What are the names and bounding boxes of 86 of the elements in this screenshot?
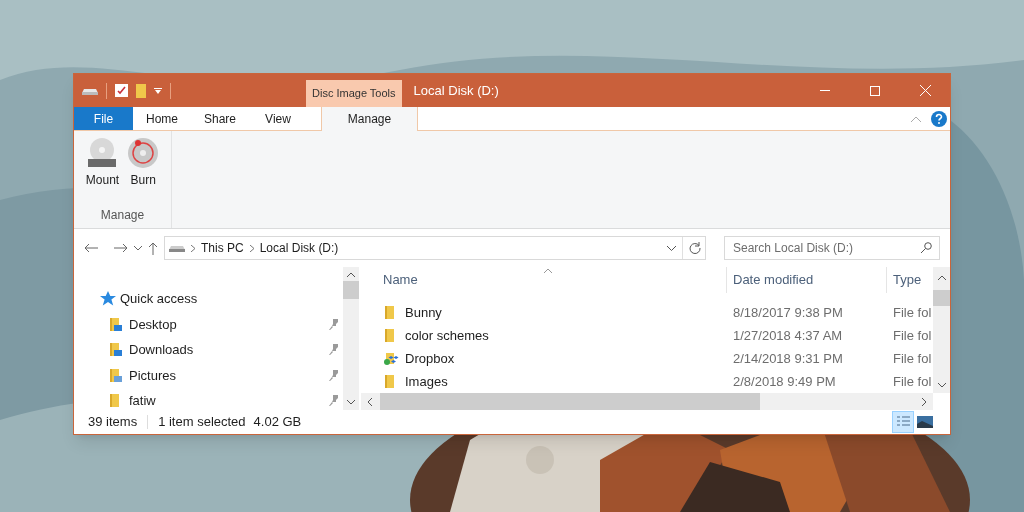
file-name: Bunny <box>405 303 442 322</box>
file-name: color schemes <box>405 326 489 345</box>
file-row[interactable]: color schemes 1/27/2018 4:37 AM File fol <box>361 324 933 347</box>
context-tab-label: Disc Image Tools <box>306 80 402 107</box>
chevron-right-icon[interactable] <box>191 244 195 252</box>
pin-icon[interactable] <box>329 318 339 330</box>
file-row[interactable]: Bunny 8/18/2017 9:38 PM File fol <box>361 301 933 324</box>
chevron-down-icon[interactable] <box>134 245 142 251</box>
pin-icon[interactable] <box>329 369 339 381</box>
ribbon-tab[interactable]: File <box>74 107 133 130</box>
column-header[interactable]: Date modified <box>727 267 887 293</box>
selection-status: 1 item selected <box>158 413 246 432</box>
dropdown-icon[interactable] <box>154 87 162 94</box>
ribbon-group-label: Manage <box>100 207 145 224</box>
dropbox-folder-icon <box>383 351 399 366</box>
type-cell-text: File fol <box>892 349 933 368</box>
scrollbar-thumb[interactable] <box>380 393 760 410</box>
file-name: Images <box>405 372 448 391</box>
collapse-ribbon-icon[interactable] <box>911 115 921 122</box>
item-count: 39 items <box>88 413 138 432</box>
folder-icon[interactable] <box>136 83 146 98</box>
column-header[interactable]: Name <box>361 267 727 293</box>
mount-button[interactable]: Mount <box>84 137 121 189</box>
up-arrow-icon[interactable] <box>148 241 158 255</box>
pin-icon[interactable] <box>329 344 339 356</box>
refresh-icon[interactable] <box>689 242 701 254</box>
breadcrumb[interactable]: Local Disk (D:) <box>259 239 339 257</box>
ribbon-tab[interactable]: Manage <box>321 107 418 131</box>
date-cell-text: 2/8/2018 9:49 PM <box>732 372 837 391</box>
downloads-folder-icon <box>108 342 124 358</box>
scrollbar-thumb[interactable] <box>933 290 950 306</box>
selection-size: 4.02 GB <box>253 413 302 432</box>
column-header[interactable]: Type <box>887 267 933 293</box>
chevron-left-icon[interactable] <box>367 397 372 406</box>
file-row[interactable]: Images 2/8/2018 9:49 PM File fol <box>361 370 933 393</box>
minimize-icon <box>820 90 830 91</box>
nav-item[interactable]: Pictures <box>100 365 339 385</box>
drive-disc-icon <box>86 137 119 169</box>
type-cell-text: File fol <box>892 303 933 322</box>
maximize-icon <box>870 85 880 96</box>
nav-item[interactable]: Downloads <box>100 340 339 360</box>
type-cell-text: File fol <box>892 326 933 345</box>
nav-header[interactable]: Quick access <box>120 289 198 309</box>
date-cell-text: 2/14/2018 9:31 PM <box>732 349 844 368</box>
address-bar[interactable]: This PC Local Disk (D:) <box>164 236 706 260</box>
help-icon[interactable] <box>931 110 947 127</box>
vertical-scrollbar[interactable] <box>343 267 359 410</box>
drive-icon <box>169 244 185 252</box>
star-icon <box>100 291 116 307</box>
nav-item[interactable]: Desktop <box>100 314 339 334</box>
forward-arrow-icon[interactable] <box>114 243 128 253</box>
ribbon-tab[interactable]: View <box>249 107 307 130</box>
close-icon <box>919 85 931 96</box>
desktop-folder-icon <box>108 316 124 332</box>
chevron-right-icon[interactable] <box>249 244 254 252</box>
sort-caret-icon <box>544 269 552 273</box>
file-name: Dropbox <box>405 349 455 368</box>
chevron-right-icon[interactable] <box>922 397 927 406</box>
search-field[interactable]: Search Local Disk (D:) <box>724 236 940 260</box>
file-row[interactable]: Dropbox 2/14/2018 9:31 PM File fol <box>361 347 933 370</box>
type-cell-text: File fol <box>892 372 933 391</box>
nav-item[interactable]: fatiw <box>100 391 339 411</box>
pin-icon[interactable] <box>329 395 339 407</box>
pictures-folder-icon <box>108 367 124 383</box>
disc-icon <box>127 137 160 169</box>
date-cell-text: 1/27/2018 4:37 AM <box>732 326 844 345</box>
window-title: Local Disk (D:) <box>413 81 499 100</box>
date-cell-text: 8/18/2017 9:38 PM <box>732 303 844 322</box>
ribbon-tab[interactable]: Share <box>191 107 249 130</box>
chevron-up-icon[interactable] <box>347 272 355 277</box>
chevron-down-icon[interactable] <box>667 245 676 251</box>
scrollbar-thumb[interactable] <box>343 281 359 299</box>
thumbnail-icon <box>917 416 933 428</box>
drive-icon[interactable] <box>82 86 98 95</box>
details-list-icon <box>896 415 910 429</box>
ribbon-tab[interactable]: Home <box>133 107 191 130</box>
horizontal-scrollbar[interactable] <box>361 393 933 410</box>
back-arrow-icon[interactable] <box>84 243 98 253</box>
breadcrumb[interactable]: This PC <box>201 239 244 257</box>
chevron-down-icon[interactable] <box>347 400 355 405</box>
chevron-down-icon[interactable] <box>937 383 946 388</box>
burn-button[interactable]: Burn <box>126 137 161 189</box>
search-icon <box>921 242 932 253</box>
vertical-scrollbar[interactable] <box>933 267 950 393</box>
checkbox-icon[interactable] <box>115 84 128 97</box>
chevron-up-icon[interactable] <box>937 275 946 280</box>
